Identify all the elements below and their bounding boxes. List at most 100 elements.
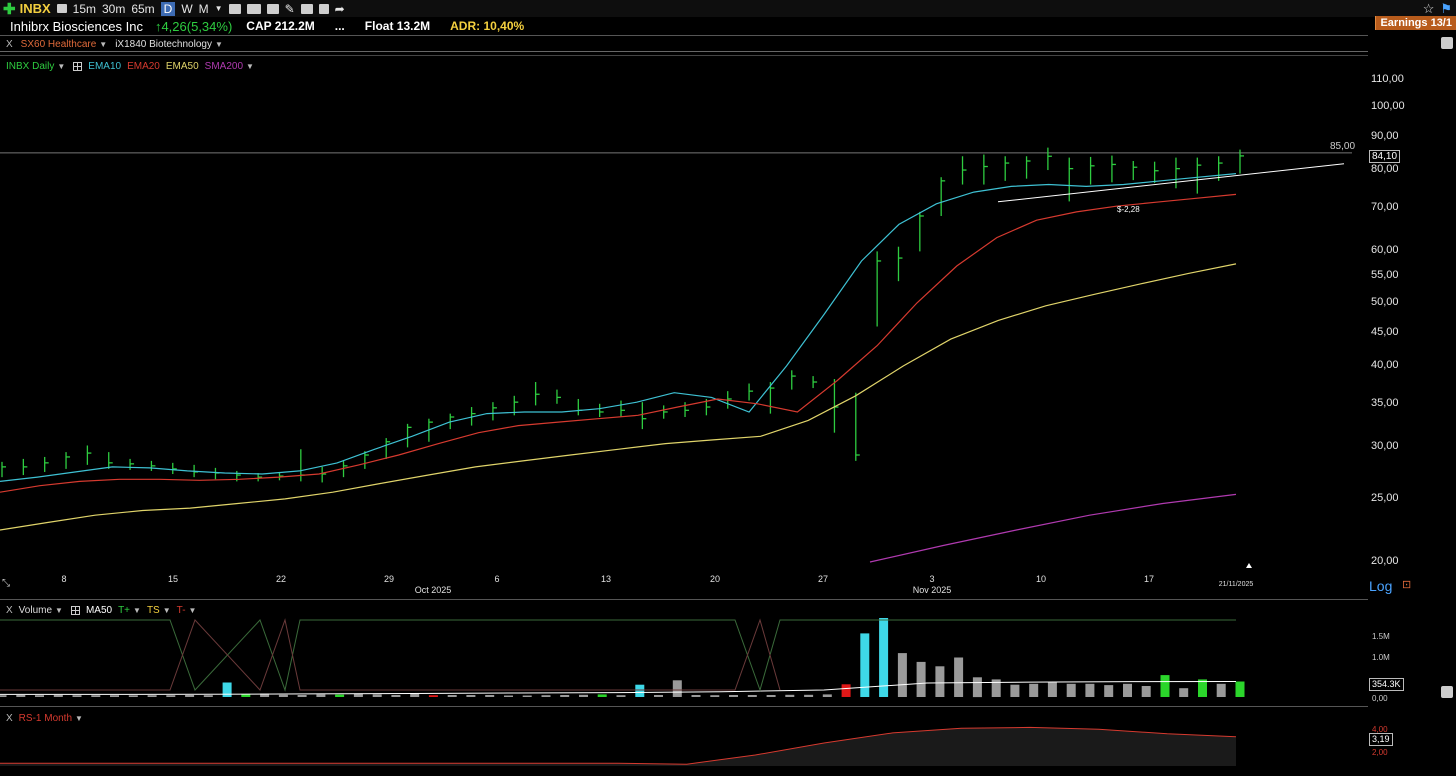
volume-bar xyxy=(1235,681,1245,697)
x-axis-tick: 29 xyxy=(383,574,395,584)
close-icon[interactable]: X xyxy=(6,713,13,724)
legend-t-plus[interactable]: T+ xyxy=(118,605,130,616)
volume-bar xyxy=(654,695,663,697)
volume-bar xyxy=(954,657,964,697)
lock-icon[interactable]: ⊡ xyxy=(1402,578,1411,591)
volume-tick: 1.5M xyxy=(1372,632,1390,641)
volume-bar xyxy=(485,695,495,697)
volume-bar xyxy=(278,694,288,697)
volume-bar xyxy=(579,694,588,697)
volume-bar xyxy=(841,684,851,697)
last-price-label: 84,10 xyxy=(1369,150,1401,163)
grid-icon[interactable] xyxy=(70,605,80,615)
volume-bar xyxy=(785,694,795,697)
volume-bar xyxy=(804,694,814,697)
volume-bar xyxy=(353,693,363,697)
legend-volume[interactable]: Volume xyxy=(19,605,52,616)
price-chart xyxy=(0,147,1352,766)
rs-current-label: 3,19 xyxy=(1369,733,1393,746)
rs-area xyxy=(0,727,1236,766)
volume-tick: 1.0M xyxy=(1372,653,1390,662)
volume-bar xyxy=(504,695,513,697)
x-axis-tick: 8 xyxy=(61,574,67,584)
x-axis-tick: 27 xyxy=(817,574,829,584)
volume-bar xyxy=(1160,675,1170,697)
x-axis-tick: 15 xyxy=(167,574,179,584)
chart-app: ✚ INBX 15m 30m 65m D W M ▼ ✎ ➦ ☆ ⚑ Inhib… xyxy=(0,0,1456,776)
close-icon[interactable]: X xyxy=(6,605,13,616)
trendline xyxy=(997,163,1345,203)
x-axis-date: 21/11/2025 xyxy=(1218,581,1254,588)
volume-bar xyxy=(241,694,251,697)
log-scale-toggle[interactable]: Log xyxy=(1369,578,1392,594)
volume-bar xyxy=(185,695,195,697)
volume-bar xyxy=(372,694,382,697)
volume-bar xyxy=(897,653,907,697)
volume-bar xyxy=(691,695,701,697)
panel-icon[interactable] xyxy=(1441,686,1453,698)
volume-tick: 0,00 xyxy=(1372,694,1388,703)
x-axis-tick: 22 xyxy=(275,574,287,584)
volume-bar xyxy=(1104,685,1114,697)
chevron-down-icon[interactable]: ▼ xyxy=(133,606,141,615)
ema50-line xyxy=(0,263,1237,531)
volume-bar xyxy=(747,695,757,697)
volume-bar xyxy=(916,661,926,697)
volume-bar xyxy=(879,618,889,697)
volume-bar xyxy=(1179,688,1189,697)
chevron-down-icon[interactable]: ▼ xyxy=(75,714,83,723)
trendline-annotation: $-2,28 xyxy=(1117,205,1140,214)
volume-bar xyxy=(1085,683,1095,697)
legend-ts[interactable]: TS xyxy=(147,605,160,616)
volume-bar xyxy=(0,695,7,697)
volume-bar xyxy=(91,695,101,697)
volume-bar xyxy=(72,695,82,697)
rs-legend: X RS-1 Month ▼ xyxy=(0,711,83,725)
volume-bar xyxy=(710,695,720,697)
volume-current-label: 354.3K xyxy=(1369,678,1404,691)
level-label: 85,00 xyxy=(1330,141,1356,152)
volume-bar xyxy=(466,695,476,697)
divider xyxy=(0,706,1368,707)
volume-bar xyxy=(16,695,26,697)
divider xyxy=(0,599,1368,600)
volume-bar xyxy=(110,695,119,697)
volume-bar xyxy=(147,695,157,697)
ema10-line xyxy=(0,173,1237,482)
rs-tick: 2,00 xyxy=(1372,748,1388,757)
volume-bar xyxy=(166,695,176,697)
volume-bar xyxy=(935,666,945,697)
x-axis-tick: 3 xyxy=(929,574,935,584)
x-axis-tick: 17 xyxy=(1143,574,1155,584)
volume-bar xyxy=(972,677,982,698)
trend-regime-line xyxy=(0,618,781,691)
volume-bar xyxy=(672,680,682,697)
volume-bar xyxy=(522,695,532,697)
volume-legend: X Volume ▼ MA50 T+ ▼ TS ▼ T- ▼ xyxy=(0,603,196,617)
trend-regime-line xyxy=(0,619,1236,692)
x-axis-tick: 6 xyxy=(494,574,500,584)
volume-bar xyxy=(616,695,626,697)
volume-bar xyxy=(316,694,326,697)
volume-bar xyxy=(447,695,457,697)
volume-bar xyxy=(1047,682,1057,697)
volume-bar xyxy=(297,695,307,697)
x-axis-tick: 20 xyxy=(709,574,721,584)
volume-bar xyxy=(766,695,776,697)
volume-bar xyxy=(1216,683,1226,697)
legend-rs-1-month[interactable]: RS-1 Month xyxy=(19,713,72,724)
volume-bar xyxy=(35,695,44,697)
expand-icon[interactable]: ⤡ xyxy=(2,578,10,589)
volume-bar xyxy=(128,695,138,697)
chevron-down-icon[interactable]: ▼ xyxy=(163,606,171,615)
legend-ma50[interactable]: MA50 xyxy=(86,605,112,616)
x-axis-tick: 13 xyxy=(600,574,612,584)
chevron-down-icon[interactable]: ▼ xyxy=(55,606,63,615)
volume-bar xyxy=(1198,679,1207,697)
volume-bar xyxy=(1123,683,1132,697)
legend-t-minus[interactable]: T- xyxy=(177,605,186,616)
volume-bar xyxy=(203,695,213,697)
volume-bar xyxy=(560,695,570,697)
x-axis-tick: 10 xyxy=(1035,574,1047,584)
chevron-down-icon[interactable]: ▼ xyxy=(189,606,197,615)
